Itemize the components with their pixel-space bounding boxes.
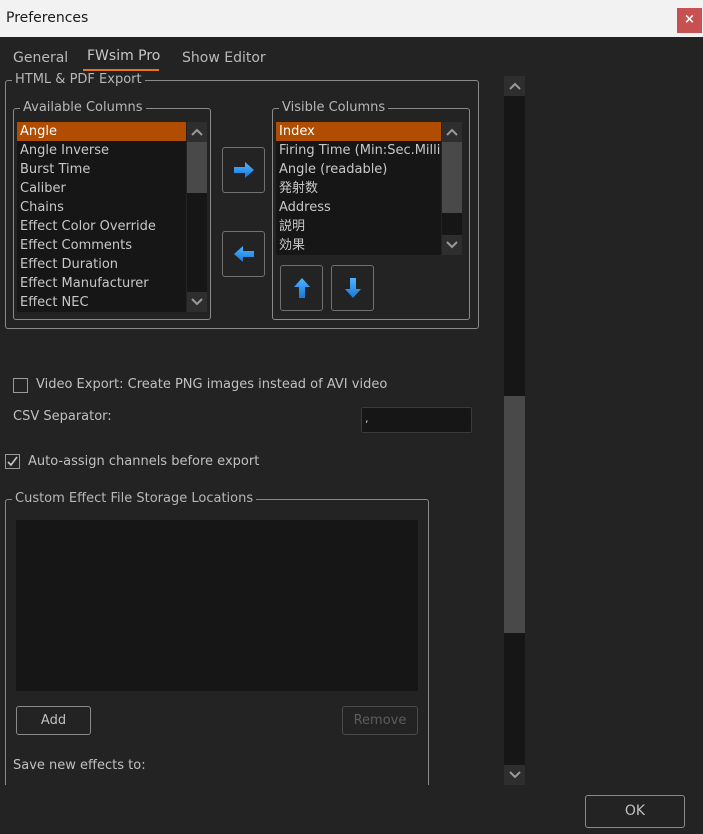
- scroll-up-button[interactable]: [187, 122, 207, 142]
- storage-locations-list[interactable]: [16, 520, 418, 691]
- save-new-effects-label: Save new effects to:: [13, 758, 146, 773]
- list-item[interactable]: Effect Comments: [17, 236, 186, 255]
- scroll-down-button[interactable]: [442, 235, 462, 255]
- preferences-scrollbar[interactable]: [504, 76, 525, 785]
- list-item[interactable]: Angle (readable): [276, 160, 441, 179]
- add-location-button[interactable]: Add: [16, 706, 91, 735]
- custom-effect-storage-title: Custom Effect File Storage Locations: [12, 491, 257, 507]
- tab-fwsim-pro[interactable]: FWsim Pro: [87, 48, 160, 64]
- list-item[interactable]: 発射数: [276, 179, 441, 198]
- arrow-right-icon: [233, 162, 254, 178]
- list-item[interactable]: Firing Time (Min:Sec.Milliseconds): [276, 141, 441, 160]
- move-down-button[interactable]: [331, 265, 374, 311]
- arrow-down-icon: [344, 278, 361, 298]
- html-pdf-export-title: HTML & PDF Export: [12, 72, 145, 88]
- list-item[interactable]: Angle: [17, 122, 186, 141]
- chevron-up-icon: [191, 128, 203, 136]
- list-item[interactable]: Address: [276, 198, 441, 217]
- close-button[interactable]: ×: [677, 8, 702, 33]
- scroll-thumb[interactable]: [504, 396, 525, 633]
- csv-separator-input[interactable]: ,: [361, 407, 472, 433]
- arrow-left-icon: [233, 246, 254, 262]
- remove-location-button[interactable]: Remove: [342, 706, 418, 735]
- available-columns-scrollbar[interactable]: [187, 122, 207, 312]
- active-tab-indicator: [83, 69, 159, 71]
- chevron-up-icon: [446, 128, 458, 136]
- scroll-down-button[interactable]: [504, 765, 525, 785]
- add-column-button[interactable]: [222, 147, 265, 193]
- scroll-up-button[interactable]: [442, 122, 462, 142]
- available-columns-list[interactable]: Angle Angle Inverse Burst Time Caliber Chain…: [17, 122, 186, 312]
- visible-columns-title: Visible Columns: [279, 100, 389, 116]
- scroll-thumb[interactable]: [442, 142, 462, 213]
- tab-show-editor[interactable]: Show Editor: [182, 50, 266, 66]
- move-up-button[interactable]: [280, 265, 323, 311]
- list-item[interactable]: Effect NEC: [17, 293, 186, 312]
- auto-assign-checkbox[interactable]: [5, 454, 20, 469]
- tab-general[interactable]: General: [13, 50, 68, 66]
- list-item[interactable]: Caliber: [17, 179, 186, 198]
- scroll-thumb[interactable]: [187, 142, 207, 193]
- video-export-checkbox[interactable]: [13, 378, 28, 393]
- available-columns-title: Available Columns: [20, 100, 146, 116]
- chevron-down-icon: [446, 241, 458, 249]
- list-item[interactable]: Effect Color Override: [17, 217, 186, 236]
- chevron-down-icon: [508, 771, 521, 779]
- list-item[interactable]: Effect Manufacturer: [17, 274, 186, 293]
- auto-assign-label: Auto-assign channels before export: [28, 454, 260, 469]
- list-item[interactable]: 効果: [276, 236, 441, 255]
- scroll-down-button[interactable]: [187, 292, 207, 312]
- arrow-up-icon: [293, 278, 310, 298]
- list-item[interactable]: Index: [276, 122, 441, 141]
- ok-button[interactable]: OK: [585, 795, 685, 828]
- tab-bar: General FWsim Pro Show Editor: [0, 37, 703, 73]
- list-item[interactable]: Chains: [17, 198, 186, 217]
- chevron-up-icon: [508, 82, 521, 90]
- video-export-label: Video Export: Create PNG images instead …: [36, 377, 388, 392]
- title-bar: Preferences ×: [0, 0, 703, 37]
- checkmark-icon: [7, 456, 18, 467]
- scroll-up-button[interactable]: [504, 76, 525, 96]
- window-title: Preferences: [6, 10, 89, 26]
- list-item[interactable]: Angle Inverse: [17, 141, 186, 160]
- list-item[interactable]: Burst Time: [17, 160, 186, 179]
- remove-column-button[interactable]: [222, 231, 265, 277]
- list-item[interactable]: 説明: [276, 217, 441, 236]
- chevron-down-icon: [191, 298, 203, 306]
- visible-columns-list[interactable]: IndexFiring Time (Min:Sec.Milliseconds)A…: [276, 122, 441, 255]
- csv-separator-label: CSV Separator:: [13, 409, 112, 424]
- close-icon: ×: [684, 12, 695, 27]
- visible-columns-scrollbar[interactable]: [442, 122, 462, 255]
- list-item[interactable]: Effect Duration: [17, 255, 186, 274]
